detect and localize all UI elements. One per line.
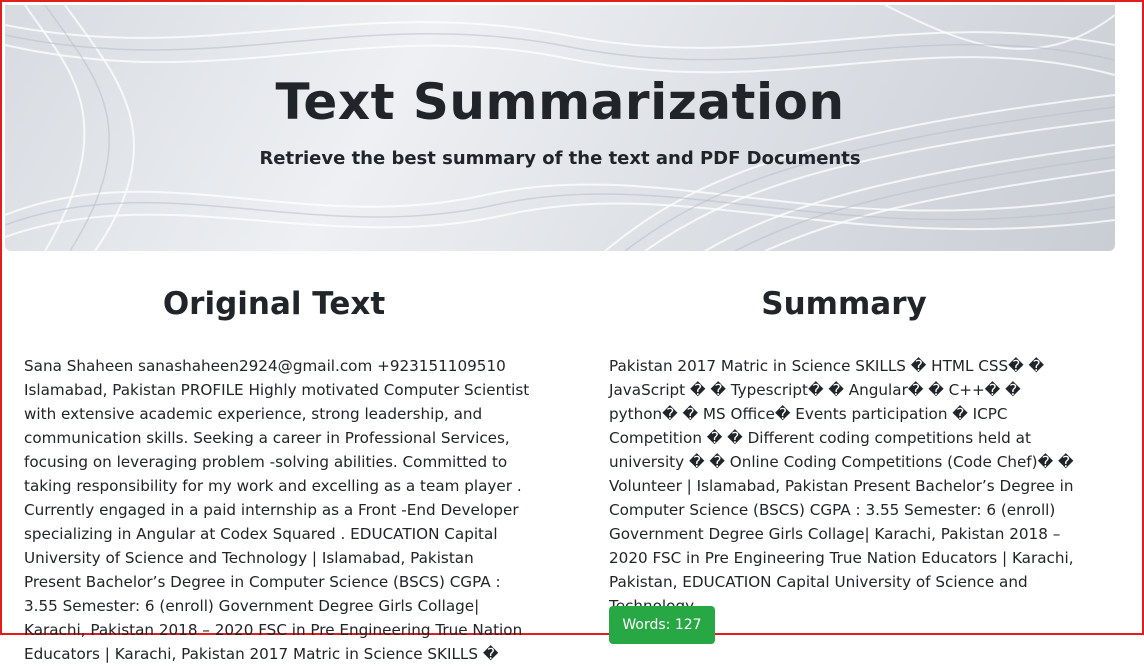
header-banner: Text Summarization Retrieve the best sum… <box>5 5 1115 251</box>
page-title: Text Summarization <box>275 73 845 131</box>
word-count-badge: Words: 127 <box>609 606 715 644</box>
original-text-body: Sana Shaheen sanashaheen2924@gmail.com +… <box>24 357 530 663</box>
page-subtitle: Retrieve the best summary of the text an… <box>259 148 861 169</box>
summary-text-body: Pakistan 2017 Matric in Science SKILLS �… <box>609 357 1074 615</box>
summary-heading: Summary <box>761 286 927 322</box>
original-text-heading: Original Text <box>162 286 386 322</box>
